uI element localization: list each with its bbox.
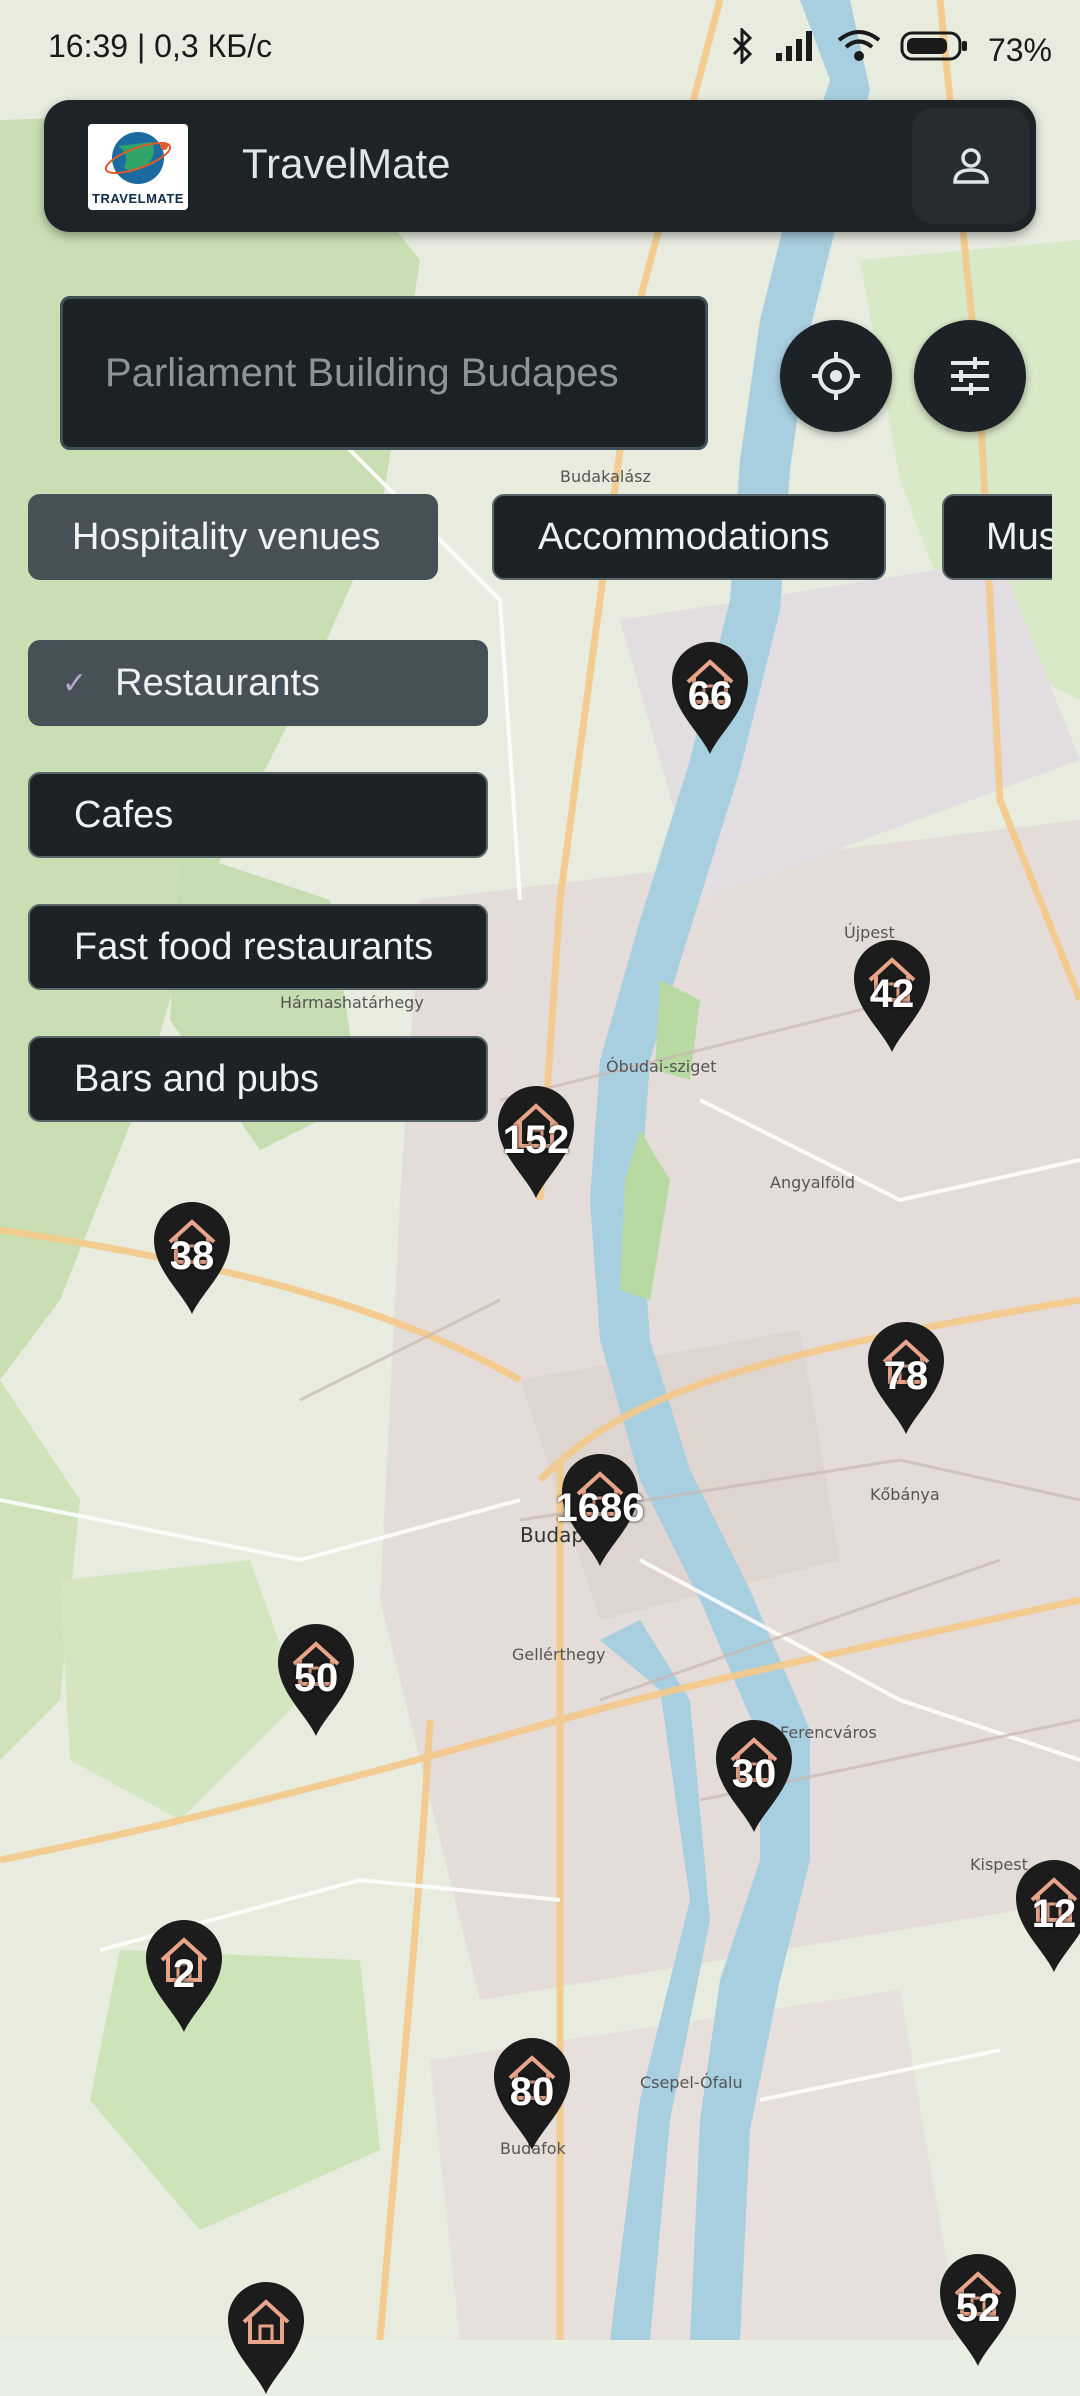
search-input[interactable] <box>103 349 665 397</box>
status-icons: 73% <box>730 26 1052 72</box>
map-label-angyalfold: Angyalföld <box>770 1173 855 1192</box>
subcategory-cafes[interactable]: Cafes <box>28 772 488 858</box>
person-icon <box>953 148 989 184</box>
marker-count: 50 <box>293 1656 339 1700</box>
marker-count: 38 <box>169 1234 215 1278</box>
checkmark-icon: ✓ <box>62 666 88 700</box>
map-label-obuda: Óbudai-sziget <box>606 1057 717 1076</box>
map-marker-cluster[interactable]: 152 <box>496 1084 576 1200</box>
crosshair-icon <box>812 352 860 400</box>
map-marker-cluster[interactable] <box>226 2280 306 2396</box>
marker-count: 80 <box>509 2070 555 2114</box>
battery-icon <box>900 29 970 71</box>
map-marker-cluster[interactable]: 66 <box>670 640 750 756</box>
profile-button[interactable] <box>912 108 1030 224</box>
marker-count: 78 <box>883 1354 929 1398</box>
app-bar: TRAVELMATE TravelMate <box>44 100 1036 232</box>
status-bar: 16:39 | 0,3 КБ/с 73% <box>0 0 1080 100</box>
chip-accommodations[interactable]: Accommodations <box>492 494 886 580</box>
chip-museums[interactable]: Mus <box>942 494 1052 580</box>
marker-count: 30 <box>731 1752 777 1796</box>
app-logo: TRAVELMATE <box>88 124 188 210</box>
map-marker-cluster[interactable]: 50 <box>276 1622 356 1738</box>
marker-count: 152 <box>502 1118 570 1162</box>
wifi-icon <box>836 29 882 71</box>
subcategory-label: Restaurants <box>115 661 321 704</box>
logo-text: TRAVELMATE <box>92 191 184 206</box>
marker-count: 1686 <box>555 1486 645 1530</box>
map-marker-cluster[interactable]: 30 <box>714 1718 794 1834</box>
subcategory-fast-food[interactable]: Fast food restaurants <box>28 904 488 990</box>
map-marker-cluster[interactable]: 52 <box>938 2252 1018 2368</box>
subcategory-restaurants[interactable]: ✓ Restaurants <box>28 640 488 726</box>
globe-icon <box>104 132 172 184</box>
map-marker-cluster[interactable]: 2 <box>144 1918 224 2034</box>
marker-count: 52 <box>955 2286 1001 2330</box>
map-marker-cluster[interactable]: 80 <box>492 2036 572 2152</box>
marker-count: 42 <box>869 972 915 1016</box>
map-label-ferencvaros: Ferencváros <box>780 1723 877 1742</box>
map-label-kobanya: Kőbánya <box>870 1485 940 1504</box>
bluetooth-icon <box>730 26 756 72</box>
house-pin-icon <box>228 2282 304 2394</box>
filter-button[interactable] <box>914 320 1026 432</box>
map-marker-cluster[interactable]: 78 <box>866 1320 946 1436</box>
app-title: TravelMate <box>242 140 451 187</box>
status-time: 16:39 | 0,3 КБ/с <box>48 28 273 64</box>
signal-icon <box>774 29 818 71</box>
my-location-button[interactable] <box>780 320 892 432</box>
chip-hospitality-venues[interactable]: Hospitality venues <box>28 494 438 580</box>
map-marker-cluster[interactable]: 1686 <box>556 1452 644 1568</box>
tune-icon <box>951 357 989 395</box>
map-label-budakalasz: Budakalász <box>560 467 651 486</box>
map-marker-cluster[interactable]: 38 <box>152 1200 232 1316</box>
marker-count: 66 <box>687 674 733 718</box>
map-marker-cluster[interactable]: 42 <box>852 938 932 1054</box>
map-marker-cluster[interactable]: 12 <box>1014 1858 1080 1974</box>
subcategory-bars-pubs[interactable]: Bars and pubs <box>28 1036 488 1122</box>
map-label-hegyvidek: Hármashatárhegy <box>280 993 424 1012</box>
search-field[interactable] <box>60 296 708 450</box>
map-label-gellerthegy: Gellérthegy <box>512 1645 605 1664</box>
map-label-csepel: Csepel-Ófalu <box>640 2073 743 2092</box>
battery-percent: 73% <box>987 31 1052 68</box>
marker-count: 2 <box>172 1952 196 1996</box>
marker-count: 12 <box>1031 1892 1077 1936</box>
